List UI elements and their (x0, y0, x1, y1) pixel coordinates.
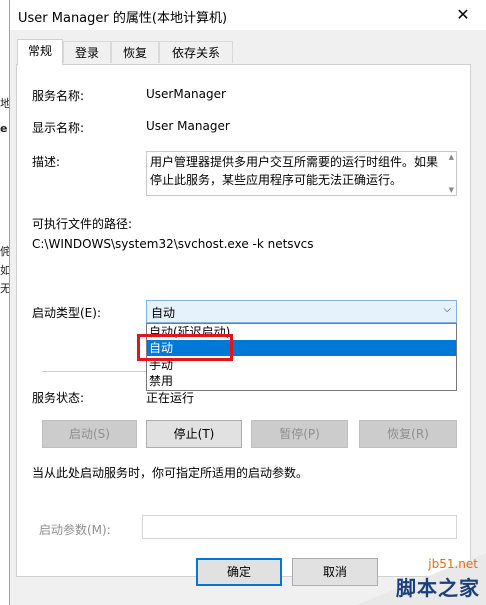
pause-button[interactable]: 暂停(P) (251, 420, 348, 448)
tab-general[interactable]: 常规 (17, 39, 63, 65)
background-text: e (0, 122, 8, 135)
service-name-value: UserManager (146, 87, 226, 101)
service-status-value: 正在运行 (146, 391, 195, 405)
title-bar[interactable]: User Manager 的属性(本地计算机) ✕ (10, 0, 486, 30)
start-params-hint: 当从此处启动服务时，你可指定所适用的启动参数。 (32, 466, 309, 480)
startup-type-select[interactable]: 自动 ⌵ (146, 300, 457, 323)
site-watermark: jb51.net 脚本之家 (354, 553, 486, 605)
path-value: C:\WINDOWS\system32\svchost.exe -k netsv… (32, 237, 314, 251)
window-title: User Manager 的属性(本地计算机) (18, 11, 228, 26)
service-name-label: 服务名称: (32, 89, 85, 103)
scroll-down-icon[interactable]: ▼ (449, 186, 454, 194)
watermark-url: jb51.net (428, 557, 478, 571)
annotation-highlight-box (137, 334, 233, 361)
dialog-client: 常规 登录 恢复 依存关系 服务名称: UserManager 显示名称: Us… (10, 30, 486, 605)
properties-dialog: User Manager 的属性(本地计算机) ✕ 常规 登录 恢复 依存关系 … (9, 0, 486, 605)
stop-button[interactable]: 停止(T) (146, 420, 242, 448)
chevron-down-icon: ⌵ (443, 304, 451, 315)
display-name-label: 显示名称: (32, 121, 85, 135)
service-status-label: 服务状态: (32, 391, 85, 405)
scroll-up-icon[interactable]: ▲ (449, 153, 454, 161)
tab-recovery[interactable]: 恢复 (111, 41, 159, 63)
description-label: 描述: (32, 155, 61, 169)
path-label: 可执行文件的路径: (32, 217, 133, 231)
tab-dependencies[interactable]: 依存关系 (159, 41, 233, 63)
startup-option-disabled[interactable]: 禁用 (147, 373, 456, 389)
tab-logon[interactable]: 登录 (63, 41, 111, 63)
close-icon[interactable]: ✕ (446, 3, 480, 27)
watermark-name: 脚本之家 (396, 576, 480, 600)
start-button[interactable]: 启动(S) (42, 420, 137, 448)
general-panel: 服务名称: UserManager 显示名称: User Manager 描述:… (16, 64, 471, 577)
startup-type-label: 启动类型(E): (32, 306, 101, 320)
startup-type-selected-value: 自动 (151, 306, 176, 320)
description-text: 用户管理器提供多用户交互所需要的运行时组件。如果停止此服务，某些应用程序可能无法… (150, 155, 439, 187)
ok-button[interactable]: 确定 (196, 558, 282, 586)
display-name-value: User Manager (146, 119, 230, 133)
resume-button[interactable]: 恢复(R) (359, 420, 457, 448)
start-params-label: 启动参数(M): (39, 523, 111, 537)
start-params-input[interactable] (142, 515, 457, 539)
description-box[interactable]: 用户管理器提供多用户交互所需要的运行时组件。如果停止此服务，某些应用程序可能无法… (146, 151, 457, 196)
description-scrollbar[interactable]: ▲ ▼ (444, 152, 456, 195)
